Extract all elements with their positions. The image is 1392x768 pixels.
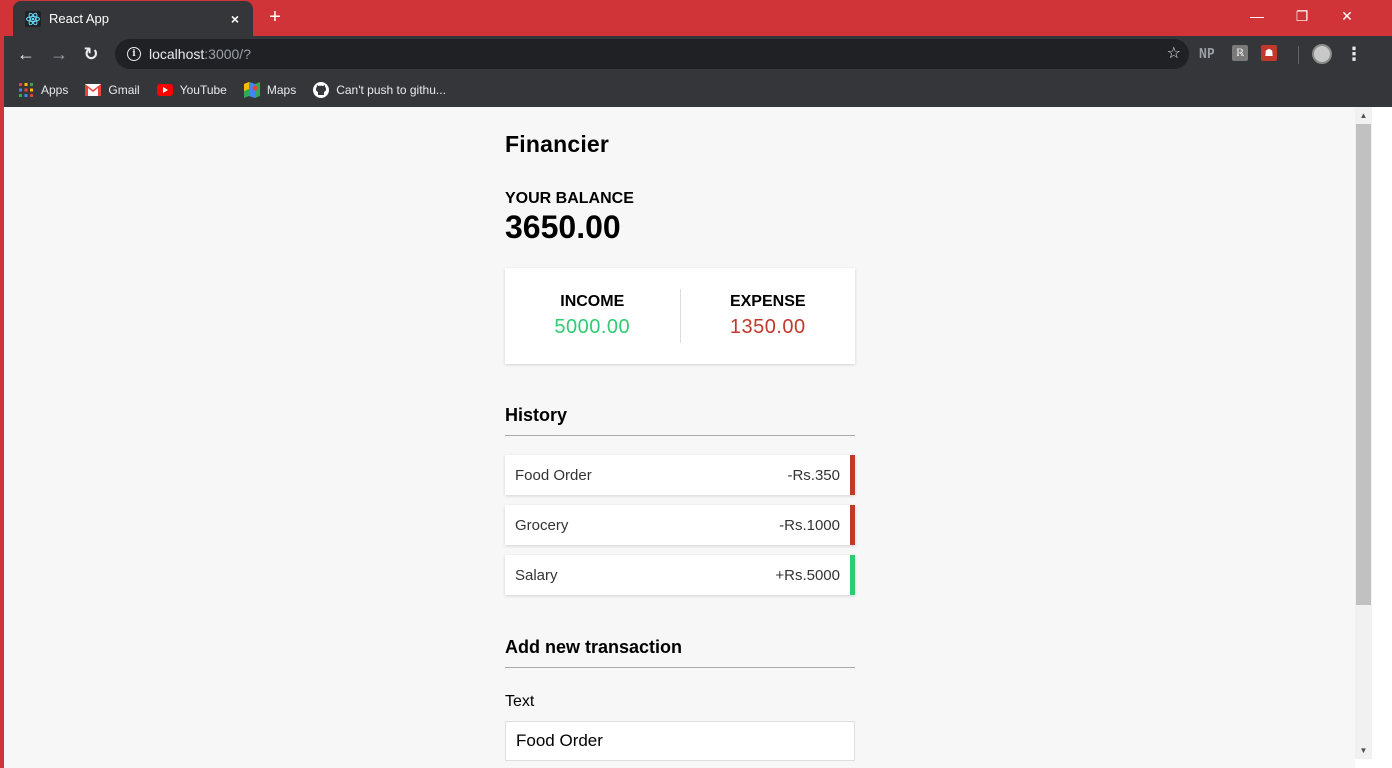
income-indicator-bar [850, 555, 855, 595]
app-title: Financier [505, 131, 610, 157]
bookmark-label: Apps [41, 82, 69, 97]
reload-button[interactable]: ↻ [79, 42, 103, 66]
balance-value: 3650.00 [505, 209, 621, 245]
url-path: :3000/? [204, 46, 251, 62]
income-column: INCOME 5000.00 [505, 293, 680, 339]
close-window-button[interactable]: ✕ [1327, 4, 1367, 28]
tab-close-icon[interactable]: × [227, 11, 243, 27]
gmail-icon [85, 82, 102, 98]
tab-react-app[interactable]: React App × [13, 1, 253, 36]
back-button[interactable]: ← [14, 42, 38, 66]
bookmarks-bar: Apps Gmail YouTube Maps Can't push to gi… [4, 72, 1392, 107]
expense-column: EXPENSE 1350.00 [681, 293, 856, 339]
transaction-amount: +Rs.5000 [775, 566, 840, 584]
browser-toolbar: ← → ↻ i localhost:3000/? ☆ NP ℝ ☗ ⋮ [4, 36, 1392, 72]
bookmark-star-icon[interactable]: ☆ [1167, 43, 1181, 63]
expense-indicator-bar [850, 455, 855, 495]
transaction-text: Grocery [515, 516, 569, 534]
youtube-icon [156, 82, 173, 98]
transaction-item[interactable]: Food Order -Rs.350 [505, 455, 855, 495]
page-scrollbar[interactable]: ▲ ▼ [1355, 107, 1372, 759]
balance-label: YOUR BALANCE [505, 190, 634, 207]
income-expense-card: INCOME 5000.00 EXPENSE 1350.00 [505, 268, 855, 364]
tab-title: React App [49, 11, 109, 26]
expense-indicator-bar [850, 505, 855, 545]
bookmark-label: Gmail [108, 82, 140, 97]
bookmark-gmail[interactable]: Gmail [85, 82, 140, 98]
transaction-text: Salary [515, 566, 558, 584]
react-logo-icon [25, 10, 41, 27]
transaction-item[interactable]: Grocery -Rs.1000 [505, 505, 855, 545]
transaction-text: Food Order [515, 466, 592, 484]
np-extension-icon[interactable]: NP [1199, 45, 1215, 63]
window-right-edge [1372, 107, 1392, 768]
window-bottom-edge [1355, 759, 1392, 768]
apps-grid-icon [18, 82, 34, 98]
text-field-label: Text [505, 693, 535, 710]
bookmark-apps[interactable]: Apps [18, 82, 68, 98]
add-transaction-title: Add new transaction [505, 637, 855, 668]
toolbar-separator [1298, 46, 1299, 64]
new-tab-button[interactable]: + [264, 6, 286, 28]
income-label: INCOME [560, 293, 625, 310]
url-host: localhost [149, 46, 205, 62]
transaction-amount: -Rs.350 [787, 466, 840, 484]
extension-icon[interactable]: ℝ [1232, 45, 1248, 61]
profile-avatar[interactable] [1312, 44, 1332, 64]
expense-value: 1350.00 [729, 316, 806, 338]
forward-button[interactable]: → [47, 42, 71, 66]
income-value: 5000.00 [554, 316, 631, 338]
scrollbar-thumb[interactable] [1356, 124, 1371, 605]
bookmark-maps[interactable]: Maps [243, 81, 297, 98]
transaction-item[interactable]: Salary +Rs.5000 [505, 555, 855, 595]
bookmark-github[interactable]: Can't push to githu... [313, 81, 446, 98]
site-info-icon[interactable]: i [127, 47, 141, 61]
chrome-menu-icon[interactable]: ⋮ [1344, 42, 1364, 66]
scroll-up-arrow-icon[interactable]: ▲ [1355, 107, 1372, 124]
page-viewport: Financier YOUR BALANCE 3650.00 INCOME 50… [4, 107, 1355, 768]
bookmark-label: Can't push to githu... [336, 82, 446, 97]
scroll-down-arrow-icon[interactable]: ▼ [1355, 742, 1372, 759]
text-input[interactable] [505, 721, 855, 761]
bookmark-youtube[interactable]: YouTube [156, 82, 227, 98]
expense-label: EXPENSE [729, 293, 806, 310]
minimize-button[interactable]: — [1237, 4, 1277, 28]
history-title: History [505, 405, 855, 436]
github-icon [313, 81, 330, 98]
transaction-amount: -Rs.1000 [779, 516, 840, 534]
title-bar: React App × + — ❐ ✕ [0, 0, 1392, 36]
bookmark-label: Maps [266, 82, 297, 97]
maps-icon [243, 81, 260, 98]
extension-red-icon[interactable]: ☗ [1261, 45, 1277, 61]
address-bar[interactable]: i localhost:3000/? ☆ [115, 39, 1189, 69]
restore-button[interactable]: ❐ [1282, 4, 1322, 28]
bookmark-label: YouTube [179, 82, 227, 97]
